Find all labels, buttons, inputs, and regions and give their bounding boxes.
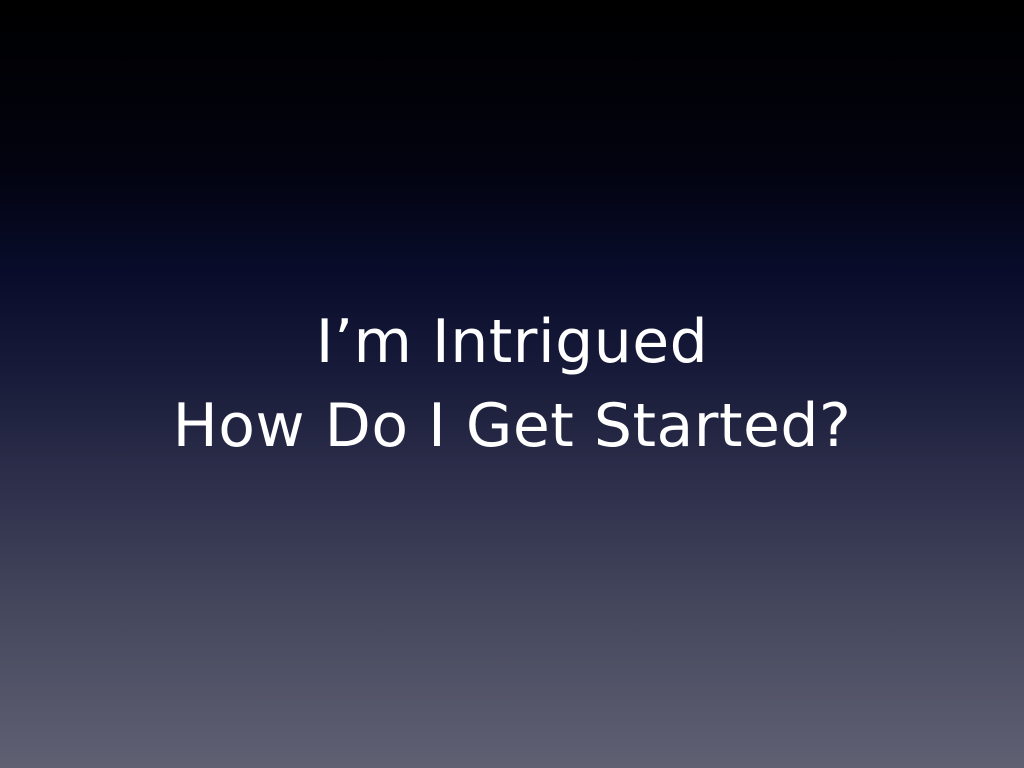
slide-title-line-2: How Do I Get Started? — [172, 391, 852, 461]
presentation-slide: I’m Intrigued How Do I Get Started? — [0, 0, 1024, 768]
slide-title-line-1: I’m Intrigued — [315, 307, 709, 377]
slide-title: I’m Intrigued How Do I Get Started? — [0, 300, 1024, 468]
